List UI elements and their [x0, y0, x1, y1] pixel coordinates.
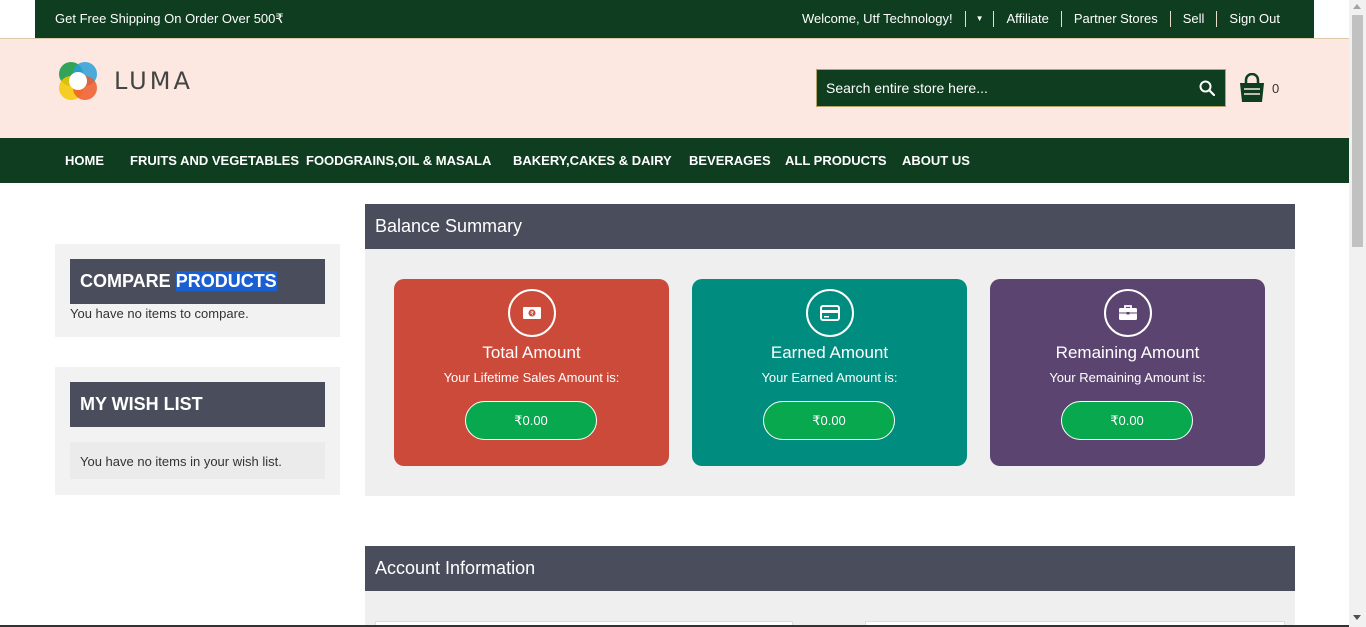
affiliate-link[interactable]: Affiliate	[993, 11, 1060, 27]
nav-all-products[interactable]: ALL PRODUCTS	[785, 153, 887, 168]
nav-beverages[interactable]: BEVERAGES	[689, 153, 771, 168]
account-information-body	[365, 591, 1295, 627]
shopping-bag-icon[interactable]	[1238, 73, 1266, 103]
sell-link[interactable]: Sell	[1169, 11, 1217, 27]
scroll-up-icon[interactable]	[1353, 4, 1361, 9]
card-title: Remaining Amount	[1055, 343, 1200, 362]
earned-amount-card: Earned Amount Your Earned Amount is: ₹0.…	[692, 279, 967, 466]
site-header: LUMA 0	[0, 39, 1349, 138]
top-links: Welcome, Utf Technology! ▼ Affiliate Par…	[790, 11, 1292, 27]
sign-out-link[interactable]: Sign Out	[1216, 11, 1292, 27]
remaining-amount-card: Remaining Amount Your Remaining Amount i…	[990, 279, 1265, 466]
partner-stores-link[interactable]: Partner Stores	[1060, 11, 1170, 27]
briefcase-icon-circle	[1104, 289, 1152, 337]
wish-list-empty-message: You have no items in your wish list.	[80, 454, 282, 469]
vertical-scrollbar[interactable]	[1349, 0, 1366, 627]
nav-about-us[interactable]: ABOUT US	[902, 153, 970, 168]
top-bar: Get Free Shipping On Order Over 500₹ Wel…	[35, 0, 1314, 38]
luma-logo-icon[interactable]	[56, 59, 100, 103]
account-information-heading: Account Information	[365, 546, 1295, 591]
logo-text[interactable]: LUMA	[114, 67, 193, 95]
card-subtitle: Your Lifetime Sales Amount is:	[443, 370, 620, 385]
money-icon-circle: ₹	[508, 289, 556, 337]
nav-foodgrains[interactable]: FOODGRAINS,OIL & MASALA	[306, 153, 491, 168]
page: Get Free Shipping On Order Over 500₹ Wel…	[0, 0, 1349, 627]
scrollbar-thumb[interactable]	[1352, 15, 1363, 247]
cart-count[interactable]: 0	[1272, 81, 1279, 96]
balance-summary-heading: Balance Summary	[365, 204, 1295, 249]
search-bar	[816, 69, 1226, 107]
products-title-word: PRODUCTS	[175, 271, 277, 291]
card-subtitle: Your Earned Amount is:	[761, 370, 898, 385]
nav-bakery[interactable]: BAKERY,CAKES & DAIRY	[513, 153, 672, 168]
main-nav: HOME FRUITS AND VEGETABLES FOODGRAINS,OI…	[0, 138, 1349, 183]
earned-amount-button[interactable]: ₹0.00	[763, 401, 895, 440]
card-title: Total Amount	[482, 343, 581, 362]
card-title: Earned Amount	[770, 343, 889, 362]
account-dropdown-icon[interactable]: ▼	[964, 11, 994, 27]
compare-empty-message: You have no items to compare.	[70, 306, 249, 321]
nav-home[interactable]: HOME	[65, 153, 104, 168]
remaining-amount-button[interactable]: ₹0.00	[1061, 401, 1193, 440]
svg-text:₹: ₹	[530, 311, 534, 318]
search-input[interactable]	[817, 70, 1187, 106]
briefcase-icon	[1119, 305, 1137, 320]
compare-products-block: COMPARE PRODUCTS You have no items to co…	[55, 244, 340, 337]
compare-products-title: COMPARE PRODUCTS	[70, 259, 325, 304]
wish-list-block: MY WISH LIST You have no items in your w…	[55, 367, 340, 495]
search-icon[interactable]	[1199, 80, 1215, 96]
wish-list-title: MY WISH LIST	[70, 382, 325, 427]
total-amount-button[interactable]: ₹0.00	[465, 401, 597, 440]
credit-card-icon-circle	[806, 289, 854, 337]
credit-card-icon	[820, 305, 840, 321]
total-amount-card: ₹ Total Amount Your Lifetime Sales Amoun…	[394, 279, 669, 466]
welcome-message: Welcome, Utf Technology!	[802, 11, 953, 26]
shipping-notice: Get Free Shipping On Order Over 500₹	[55, 11, 284, 26]
compare-title-word: COMPARE	[80, 271, 171, 291]
scroll-down-icon[interactable]	[1353, 615, 1361, 620]
money-icon: ₹	[523, 307, 541, 319]
card-subtitle: Your Remaining Amount is:	[1049, 370, 1206, 385]
nav-fruits-and-vegetables[interactable]: FRUITS AND VEGETABLES	[130, 153, 299, 168]
